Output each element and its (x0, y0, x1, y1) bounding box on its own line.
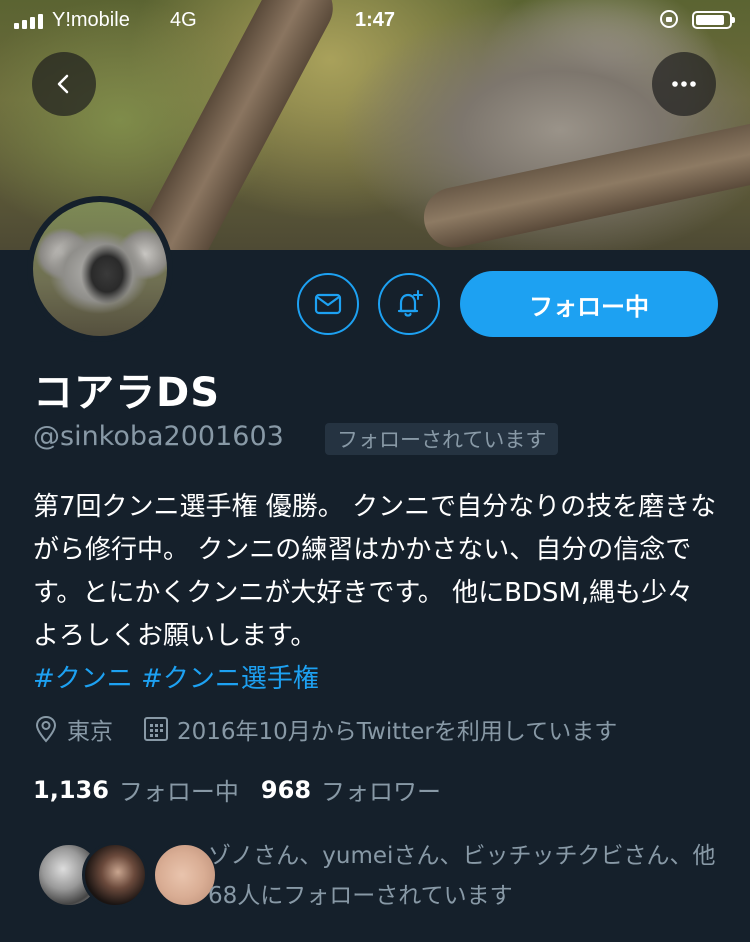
more-icon (672, 81, 696, 87)
follows-you-badge: フォローされています (325, 423, 559, 455)
back-button[interactable] (32, 52, 96, 116)
bio-text: 第7回クンニ選手権 優勝。 クンニで自分なりの技を磨きながら修行中。 クンニの練… (33, 492, 717, 651)
profile-avatar[interactable] (27, 196, 173, 342)
status-bar: Y!mobile 4G 1:47 (0, 0, 750, 40)
following-count: 1,136 (33, 775, 109, 804)
rotation-lock-icon (660, 10, 678, 28)
hashtag-link[interactable]: #クンニ (33, 664, 133, 694)
location-pin-icon (35, 715, 57, 743)
join-date-text: 2016年10月からTwitterを利用しています (177, 719, 618, 745)
bell-plus-icon (397, 290, 423, 317)
followers-label: フォロワー (321, 778, 442, 806)
calendar-icon (144, 717, 168, 741)
hashtag-link[interactable]: #クンニ選手権 (141, 664, 319, 694)
display-name: コアラDS (33, 370, 221, 416)
location-text: 東京 (67, 719, 113, 745)
join-date: 2016年10月からTwitterを利用しています (143, 712, 617, 746)
location: 東京 (33, 712, 113, 746)
more-button[interactable] (652, 52, 716, 116)
profile-bio: 第7回クンニ選手権 優勝。 クンニで自分なりの技を磨きながら修行中。 クンニの練… (33, 486, 723, 701)
followers-count-link[interactable]: 968 フォロワー (261, 772, 441, 807)
back-arrow-icon (57, 74, 69, 94)
notifications-button[interactable] (378, 273, 440, 335)
followed-by-avatars[interactable] (36, 842, 218, 912)
mail-icon (314, 293, 342, 315)
follow-counts: 1,136 フォロー中 968 フォロワー (33, 772, 463, 807)
status-time: 1:47 (354, 9, 396, 31)
followers-count: 968 (260, 775, 312, 804)
avatar-image (33, 202, 167, 336)
profile-meta: 東京 2016年10月からTwitterを利用しています (33, 712, 647, 746)
message-button[interactable] (297, 273, 359, 335)
battery-icon (692, 11, 735, 29)
user-handle: @sinkoba2001603 (33, 421, 284, 452)
avatar (82, 842, 148, 908)
following-button[interactable]: フォロー中 (460, 271, 718, 337)
followed-by-text[interactable]: ゾノさん、yumeiさん、ビッチッチクビさん、他68人にフォローされています (208, 836, 718, 916)
following-label: フォロー中 (118, 778, 239, 806)
following-count-link[interactable]: 1,136 フォロー中 (33, 772, 239, 807)
banner-branch (418, 106, 750, 250)
